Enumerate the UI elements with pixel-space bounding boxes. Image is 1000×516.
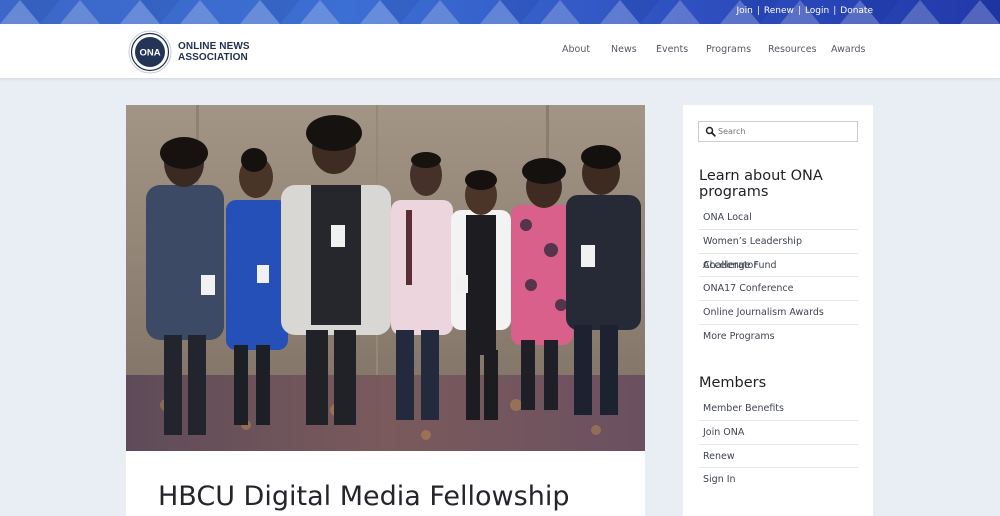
- renew-link[interactable]: Renew: [764, 6, 794, 16]
- article-card: HBCU Digital Media Fellowship: [126, 105, 645, 516]
- top-bar: Join | Renew | Login | Donate: [0, 0, 1000, 24]
- search-box[interactable]: [698, 121, 858, 142]
- programs-heading: Learn about ONA programs: [699, 168, 823, 200]
- programs-list: ONA Local Women’s Leadership Accelerator…: [699, 206, 858, 349]
- sidebar-item-sign-in[interactable]: Sign In: [699, 468, 858, 492]
- sidebar-item-more-programs[interactable]: More Programs: [699, 325, 858, 349]
- members-heading: Members: [699, 375, 767, 391]
- sidebar-item-renew[interactable]: Renew: [699, 445, 858, 469]
- sidebar-item-join-ona[interactable]: Join ONA: [699, 421, 858, 445]
- account-links: Join | Renew | Login | Donate: [736, 6, 873, 16]
- ona-logo[interactable]: ONA: [128, 30, 172, 74]
- logo-line-1: ONLINE NEWS: [178, 41, 250, 52]
- article-title: HBCU Digital Media Fellowship: [158, 481, 570, 512]
- nav-resources[interactable]: Resources: [768, 44, 817, 55]
- join-link[interactable]: Join: [736, 6, 752, 16]
- sidebar-item-online-journalism-awards[interactable]: Online Journalism Awards: [699, 301, 858, 325]
- sidebar-item-challenge-fund[interactable]: Challenge Fund: [699, 254, 858, 278]
- search-input[interactable]: [718, 124, 853, 139]
- nav-news[interactable]: News: [611, 44, 637, 55]
- nav-programs[interactable]: Programs: [706, 44, 751, 55]
- sidebar: Learn about ONA programs ONA Local Women…: [683, 105, 873, 516]
- donate-link[interactable]: Donate: [840, 6, 873, 16]
- nav-about[interactable]: About: [562, 44, 590, 55]
- members-list: Member Benefits Join ONA Renew Sign In: [699, 397, 858, 492]
- search-icon: [705, 126, 716, 137]
- logo-line-2: ASSOCIATION: [178, 52, 248, 63]
- logo-badge-text: ONA: [139, 48, 160, 59]
- nav-events[interactable]: Events: [656, 44, 688, 55]
- fellows-group-photo: [126, 105, 645, 451]
- login-link[interactable]: Login: [805, 6, 829, 16]
- sidebar-item-ona-local[interactable]: ONA Local: [699, 206, 858, 230]
- sidebar-item-womens-leadership-accelerator[interactable]: Women’s Leadership Accelerator: [699, 230, 858, 271]
- sidebar-item-ona17-conference[interactable]: ONA17 Conference: [699, 277, 858, 302]
- logo-wordmark[interactable]: ONLINE NEWS ASSOCIATION: [178, 41, 250, 63]
- sidebar-item-member-benefits[interactable]: Member Benefits: [699, 397, 858, 421]
- nav-awards[interactable]: Awards: [831, 44, 865, 55]
- site-header: ONA ONLINE NEWS ASSOCIATION About News E…: [0, 24, 1000, 79]
